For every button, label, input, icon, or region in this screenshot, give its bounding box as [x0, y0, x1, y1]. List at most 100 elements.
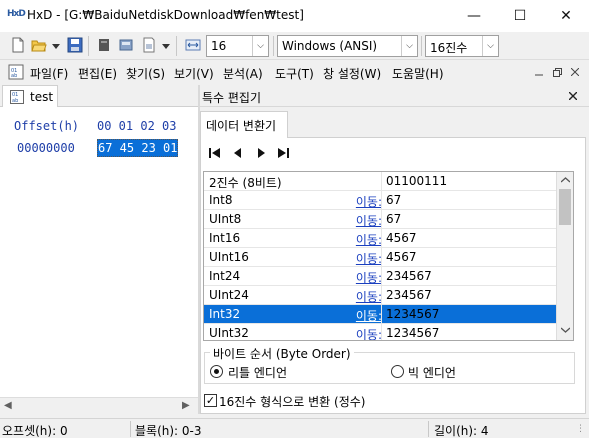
scroll-up-icon[interactable]	[561, 177, 570, 183]
table-row[interactable]: 2진수 (8비트) 01100111	[204, 172, 558, 191]
column-divider	[381, 210, 382, 229]
new-file-icon[interactable]	[10, 37, 26, 53]
row-type-name: Int16	[209, 231, 241, 245]
row-type-name: UInt8	[209, 212, 242, 226]
previous-icon[interactable]	[229, 144, 247, 162]
file-tools-dropdown-icon[interactable]	[162, 44, 170, 50]
offset-base-value: 16진수	[430, 41, 468, 55]
goto-link[interactable]: 이동:	[356, 212, 382, 229]
hex-format-checkbox[interactable]: ✓	[204, 394, 217, 407]
toolbar-separator	[176, 36, 177, 56]
first-icon[interactable]	[206, 144, 224, 162]
minimize-icon	[535, 74, 543, 76]
status-bar: 오프셋(h): 0 블록(h): 0-3 길이(h): 4	[0, 418, 589, 438]
table-row[interactable]: UInt16 이동: 4567	[204, 248, 558, 267]
toolbar-separator	[421, 36, 422, 56]
big-endian-radio[interactable]	[391, 365, 404, 378]
row-value[interactable]: 67	[386, 212, 401, 226]
row-value[interactable]: 1234567	[386, 307, 439, 321]
disk-editor-icon[interactable]	[96, 37, 112, 53]
byte-order-title: 바이트 순서 (Byte Order)	[210, 345, 354, 362]
goto-link[interactable]: 이동:	[356, 307, 382, 324]
mdi-minimize-button[interactable]	[532, 65, 546, 79]
vertical-scrollbar[interactable]	[556, 172, 573, 340]
horizontal-scrollbar[interactable]: ◀ ▶	[0, 397, 198, 414]
close-button[interactable]: ✕	[543, 0, 589, 32]
table-row[interactable]: Int16 이동: 4567	[204, 229, 558, 248]
scroll-left-icon[interactable]: ◀	[4, 400, 12, 411]
table-row[interactable]: UInt24 이동: 234567	[204, 286, 558, 305]
menu-window[interactable]: 창 설정(W)	[323, 65, 381, 82]
column-divider	[381, 324, 382, 340]
goto-link[interactable]: 이동:	[356, 193, 382, 210]
goto-link[interactable]: 이동:	[356, 231, 382, 248]
table-row-selected[interactable]: Int32 이동: 1234567	[204, 305, 558, 324]
column-divider	[381, 305, 382, 324]
menu-analysis[interactable]: 분석(A)	[223, 65, 263, 82]
table-row[interactable]: UInt32 이동: 1234567	[204, 324, 558, 340]
row-type-name: Int32	[209, 307, 241, 321]
close-panel-icon[interactable]	[569, 92, 577, 100]
status-offset: 오프셋(h): 0	[2, 424, 68, 438]
menu-help[interactable]: 도움말(H)	[392, 65, 444, 82]
next-icon[interactable]	[252, 144, 270, 162]
close-icon: ✕	[560, 8, 572, 24]
table-row[interactable]: Int8 이동: 67	[204, 191, 558, 210]
minimize-icon: —	[467, 8, 481, 24]
menu-search[interactable]: 찾기(S)	[126, 65, 165, 82]
menu-edit[interactable]: 편집(E)	[78, 65, 117, 82]
row-value[interactable]: 234567	[386, 269, 432, 283]
column-divider	[381, 191, 382, 210]
bytes-per-row-icon	[185, 39, 201, 51]
document-menu-icon[interactable]: 01ab	[8, 64, 24, 80]
goto-link[interactable]: 이동:	[356, 288, 382, 305]
save-icon[interactable]	[67, 37, 83, 53]
table-row[interactable]: Int24 이동: 234567	[204, 267, 558, 286]
editor-tab[interactable]: 01 ab test	[2, 85, 58, 108]
scroll-right-icon[interactable]: ▶	[182, 400, 190, 411]
window-title: HxD - [G:₩BaiduNetdiskDownload₩fen₩test]	[27, 8, 304, 22]
toolbar-separator	[273, 36, 274, 56]
mdi-close-button[interactable]	[568, 65, 582, 79]
file-tools-icon[interactable]	[141, 37, 157, 53]
last-icon[interactable]	[274, 144, 292, 162]
scroll-thumb[interactable]	[559, 189, 571, 225]
mdi-restore-button[interactable]	[550, 65, 564, 79]
menu-file[interactable]: 파일(F)	[30, 65, 68, 82]
menu-tools[interactable]: 도구(T)	[275, 65, 314, 82]
goto-link[interactable]: 이동:	[356, 250, 382, 267]
row-value[interactable]: 01100111	[386, 174, 447, 188]
maximize-button[interactable]: ☐	[497, 0, 543, 32]
table-row[interactable]: UInt8 이동: 67	[204, 210, 558, 229]
row-value[interactable]: 67	[386, 193, 401, 207]
tab-data-inspector-label: 데이터 변환기	[206, 119, 277, 133]
scroll-down-icon[interactable]	[561, 327, 570, 333]
row-value[interactable]: 1234567	[386, 326, 439, 340]
row-value[interactable]: 4567	[386, 250, 417, 264]
row-value[interactable]: 4567	[386, 231, 417, 245]
tab-data-inspector[interactable]: 데이터 변환기	[200, 111, 288, 138]
resize-grip-icon[interactable]: ⋮⋮	[576, 424, 589, 434]
menu-bar: 01 ab 파일(F) 편집(E) 찾기(S) 보기(V) 분석(A) 도구(T)…	[0, 61, 589, 83]
offset-base-select[interactable]: 16진수 ⌵	[425, 35, 499, 57]
column-divider	[381, 286, 382, 305]
goto-link[interactable]: 이동:	[356, 326, 382, 340]
menu-view[interactable]: 보기(V)	[174, 65, 214, 82]
minimize-button[interactable]: —	[451, 0, 497, 32]
hex-format-label: 16진수 형식으로 변환 (정수)	[219, 395, 366, 409]
bytes-per-row-select[interactable]: 16 ⌵	[206, 35, 269, 57]
hex-bytes-selection[interactable]: 67 45 23 01	[97, 139, 179, 157]
row-type-name: UInt32	[209, 326, 249, 340]
open-folder-icon[interactable]	[31, 37, 47, 53]
chevron-down-icon: ⌵	[252, 36, 268, 56]
little-endian-radio[interactable]	[210, 365, 223, 378]
goto-link[interactable]: 이동:	[356, 269, 382, 286]
row-value[interactable]: 234567	[386, 288, 432, 302]
close-icon	[571, 68, 579, 76]
charset-select[interactable]: Windows (ANSI) ⌵	[277, 35, 418, 57]
chevron-down-icon: ⌵	[401, 36, 417, 56]
ram-editor-icon[interactable]	[118, 37, 134, 53]
open-dropdown-icon[interactable]	[52, 44, 60, 50]
row-offset: 00000000	[17, 141, 75, 155]
row-type-name: UInt16	[209, 250, 249, 264]
